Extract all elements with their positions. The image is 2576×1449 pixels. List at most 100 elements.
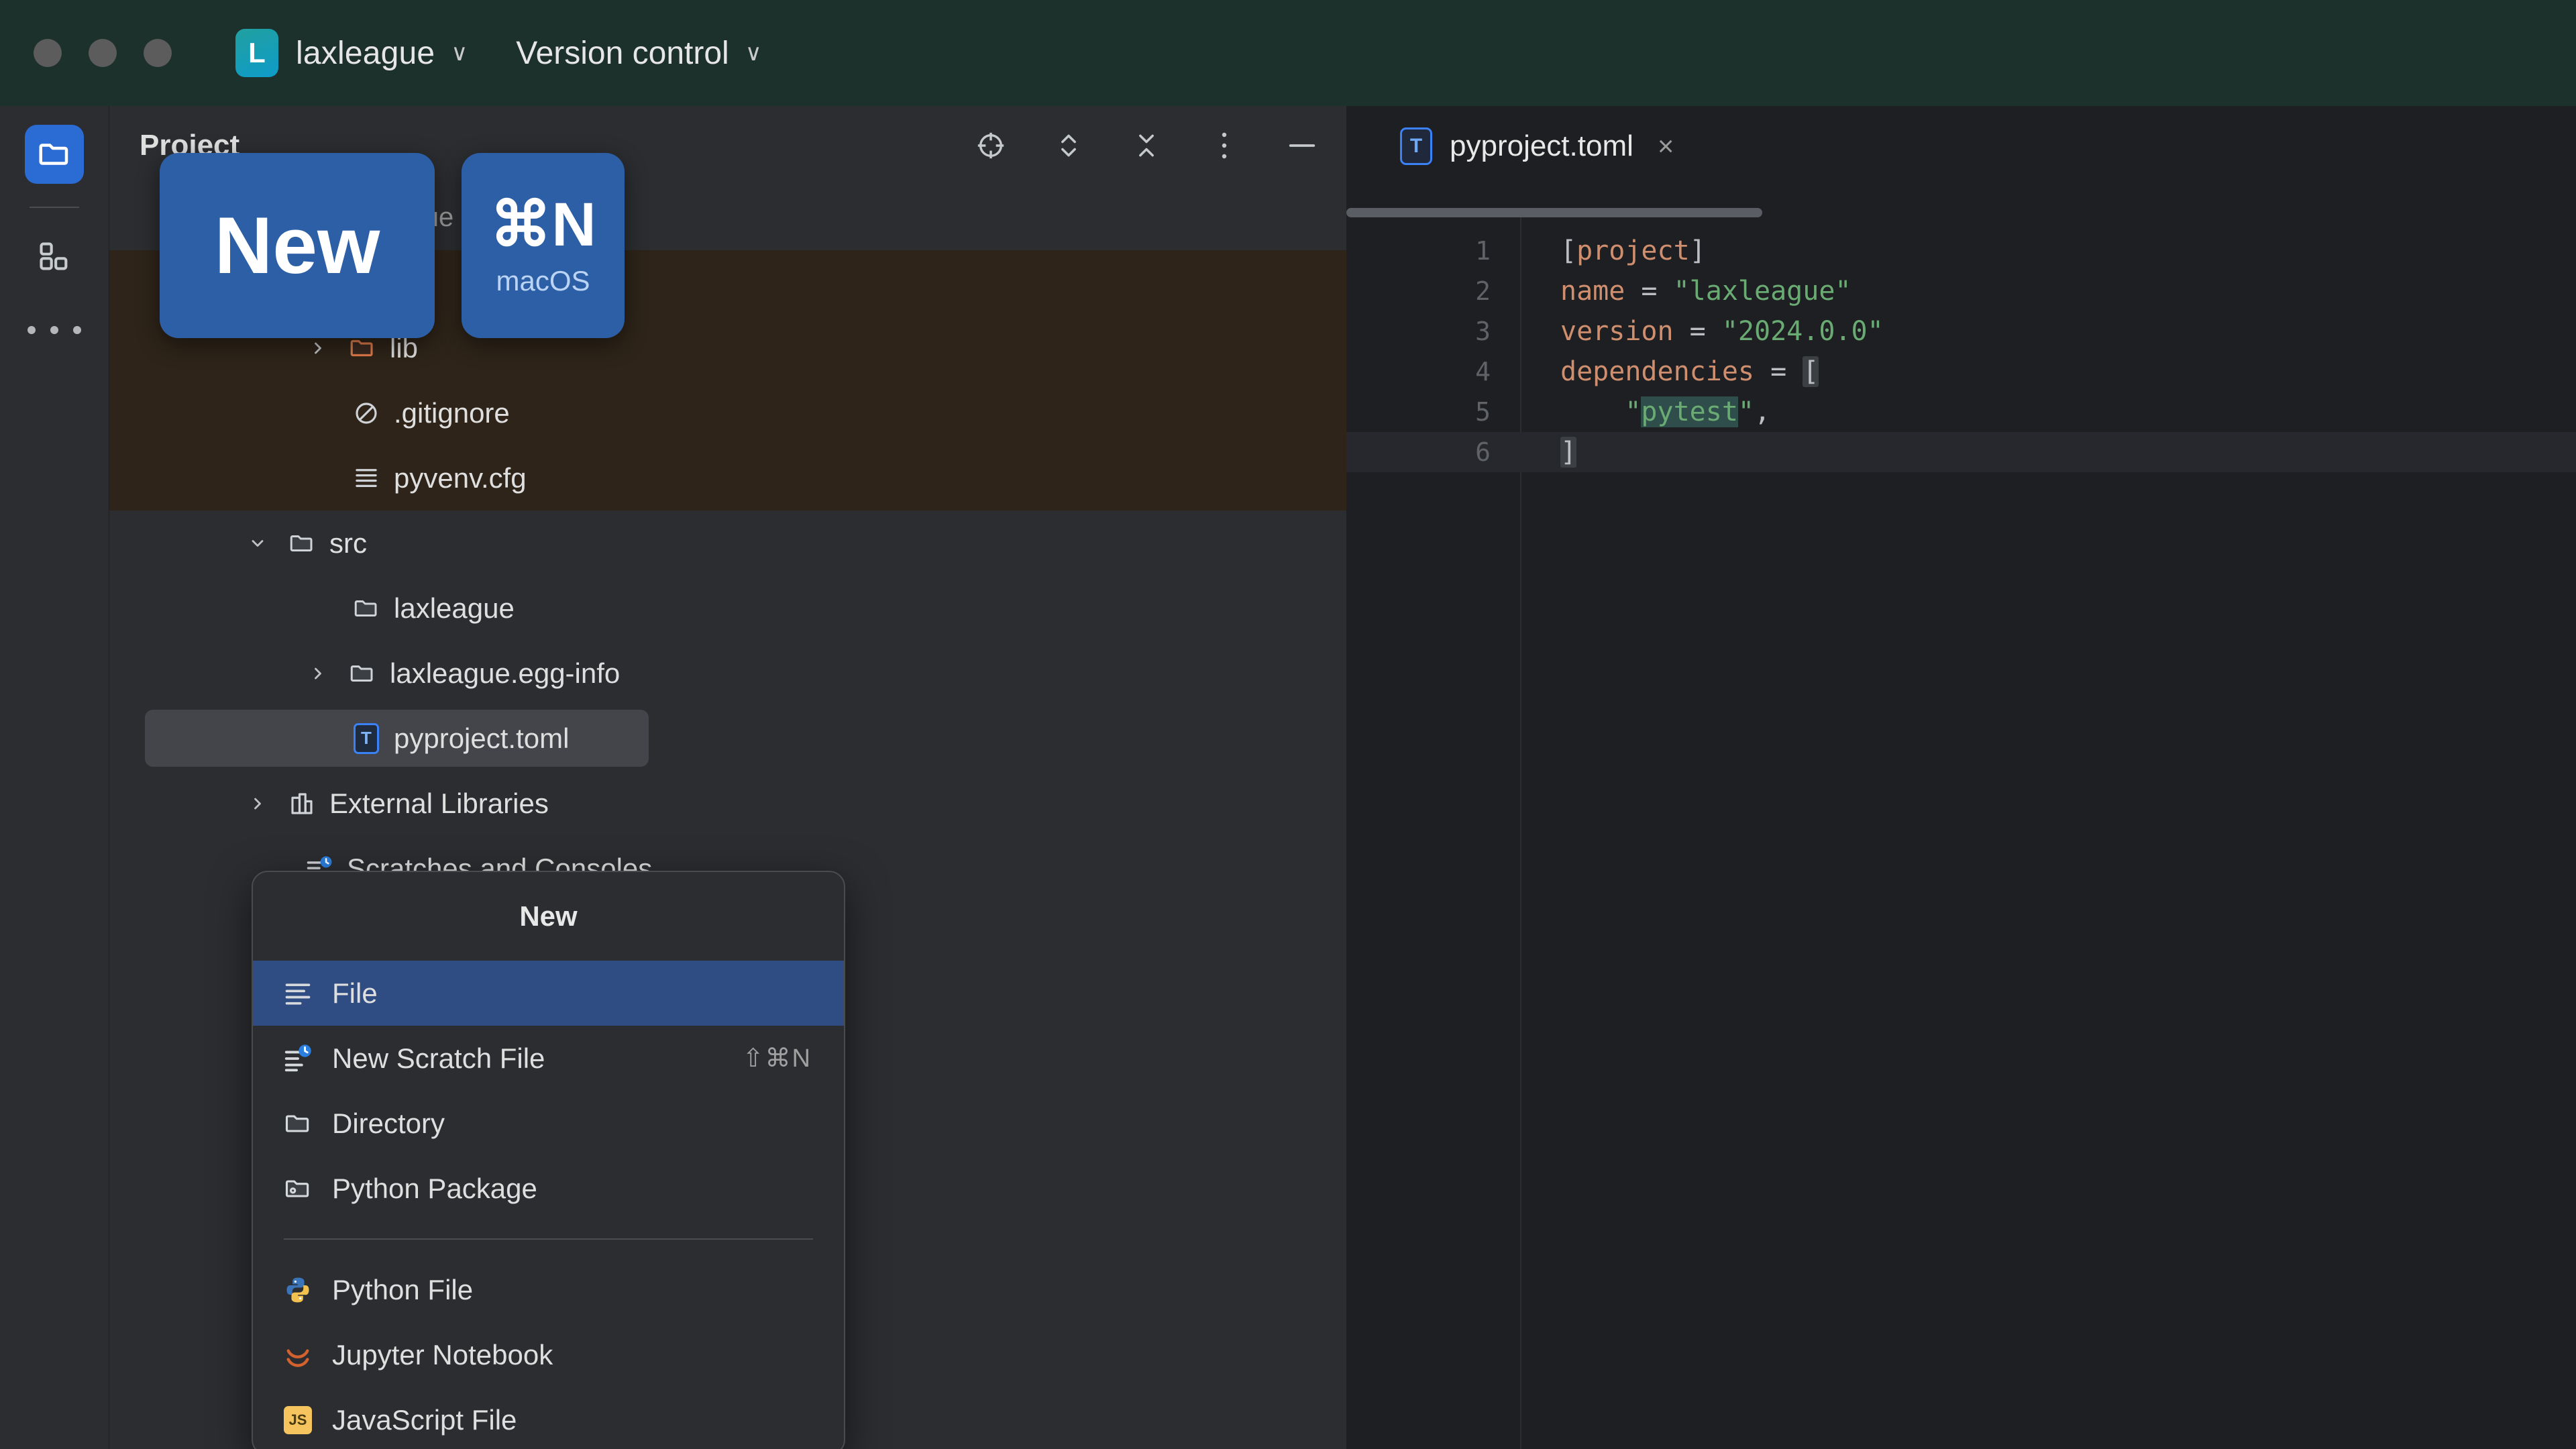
line-source: name = "laxleague"	[1560, 276, 1851, 307]
tree-row-pyvenv-cfg[interactable]: pyvenv.cfg	[109, 445, 1346, 511]
shortcut-badge-overlay: ⌘N macOS	[462, 153, 625, 338]
menu-item-label: Jupyter Notebook	[332, 1338, 553, 1371]
text-file-icon	[351, 463, 382, 494]
tree-row-label: pyvenv.cfg	[394, 462, 527, 494]
javascript-file-icon: JS	[278, 1401, 317, 1440]
chevron-right-icon[interactable]	[244, 790, 272, 818]
line-number: 1	[1475, 236, 1491, 266]
project-panel-toolbar	[973, 106, 1320, 185]
tree-row-gitignore[interactable]: .gitignore	[109, 380, 1346, 445]
menu-item-jupyter-notebook[interactable]: Jupyter Notebook	[253, 1322, 844, 1387]
python-file-icon	[278, 1271, 317, 1309]
tree-row-label: laxleague.egg-info	[390, 657, 621, 689]
tree-row-label: External Libraries	[329, 787, 549, 819]
version-control-label: Version control	[516, 35, 729, 71]
bar-chart-icon	[286, 788, 317, 819]
line-source: version = "2024.0.0"	[1560, 316, 1884, 347]
editor-area: T pyproject.toml × 1 [project] 2 name = …	[1346, 106, 2576, 1449]
tab-label: pyproject.toml	[1450, 129, 1633, 162]
code-line: 3 version = "2024.0.0"	[1346, 311, 2576, 352]
toml-file-icon: T	[351, 722, 382, 754]
expand-chevrons-icon[interactable]	[1051, 128, 1086, 163]
menu-item-label: Python Package	[332, 1172, 537, 1204]
code-content[interactable]: 1 [project] 2 name = "laxleague" 3 versi…	[1346, 231, 2576, 472]
more-tool-windows-button[interactable]	[28, 326, 81, 334]
file-lines-icon	[278, 974, 317, 1013]
code-line: 1 [project]	[1346, 231, 2576, 271]
line-number: 3	[1475, 317, 1491, 346]
new-context-menu: New File New Scratch File ⇧⌘N Directory …	[252, 871, 845, 1449]
editor-tab-bar: T pyproject.toml ×	[1346, 106, 2576, 186]
chevron-down-icon: ∨	[451, 40, 468, 66]
project-logo: L	[235, 29, 278, 77]
ignored-file-icon	[351, 398, 382, 429]
menu-item-python-package[interactable]: Python Package	[253, 1156, 844, 1221]
folder-icon	[39, 144, 68, 165]
grid-blocks-icon	[40, 242, 68, 270]
jupyter-icon	[278, 1336, 317, 1375]
line-number: 5	[1475, 397, 1491, 427]
menu-item-directory[interactable]: Directory	[253, 1091, 844, 1156]
project-selector[interactable]: L laxleague ∨	[235, 29, 468, 77]
vertical-dots-icon[interactable]	[1207, 128, 1242, 163]
toml-file-icon: T	[1400, 127, 1432, 165]
title-bar: L laxleague ∨ Version control ∨	[0, 0, 2576, 106]
line-source: [project]	[1560, 235, 1706, 266]
collapse-chevrons-icon[interactable]	[1129, 128, 1164, 163]
menu-item-label: New Scratch File	[332, 1042, 545, 1074]
context-menu-title: New	[519, 900, 578, 932]
window-controls[interactable]	[34, 39, 172, 67]
tree-row-laxleague-egg-info[interactable]: laxleague.egg-info	[109, 641, 1346, 706]
tree-row-src[interactable]: src	[109, 511, 1346, 576]
tree-row-external-libraries[interactable]: External Libraries	[109, 771, 1346, 836]
tree-row-label: src	[329, 527, 367, 559]
tree-row-label: pyproject.toml	[394, 722, 570, 754]
python-package-icon	[278, 1169, 317, 1208]
crosshair-icon[interactable]	[973, 128, 1008, 163]
menu-item-label: Directory	[332, 1107, 445, 1139]
tree-row-label: .gitignore	[394, 396, 510, 429]
minimize-window-button[interactable]	[89, 39, 117, 67]
chevron-down-icon[interactable]	[244, 529, 272, 557]
shortcut-badge-label: ⌘N	[490, 191, 596, 259]
version-control-widget[interactable]: Version control ∨	[516, 35, 761, 72]
line-source: "pytest",	[1560, 396, 1771, 427]
folder-icon	[347, 658, 378, 689]
chevron-right-icon[interactable]	[304, 659, 332, 688]
tree-row-pyproject-toml[interactable]: T pyproject.toml	[109, 706, 1346, 771]
scratch-file-icon	[278, 1039, 317, 1078]
line-number: 2	[1475, 276, 1491, 306]
menu-item-new-scratch-file[interactable]: New Scratch File ⇧⌘N	[253, 1026, 844, 1091]
minimize-dash-icon[interactable]	[1285, 128, 1320, 163]
menu-item-file[interactable]: File	[253, 961, 844, 1026]
code-line: 4 dependencies = [	[1346, 352, 2576, 392]
line-source: dependencies = [	[1560, 356, 1819, 387]
menu-item-javascript-file[interactable]: JS JavaScript File	[253, 1387, 844, 1449]
project-name-label: laxleague	[296, 35, 435, 71]
menu-item-label: File	[332, 977, 378, 1009]
new-badge-label: New	[214, 201, 380, 290]
close-icon[interactable]: ×	[1658, 130, 1674, 162]
folder-icon	[286, 528, 317, 559]
ellipsis-icon	[73, 326, 81, 334]
menu-item-label: Python File	[332, 1273, 474, 1305]
tab-pyproject-toml[interactable]: T pyproject.toml ×	[1400, 127, 1674, 165]
folder-icon	[278, 1104, 317, 1143]
code-line-current: 6 ]	[1346, 432, 2576, 472]
tree-row-laxleague[interactable]: laxleague	[109, 576, 1346, 641]
close-window-button[interactable]	[34, 39, 62, 67]
editor-horizontal-scrollbar[interactable]	[1346, 208, 1762, 217]
ide-window: L laxleague ∨ Version control ∨ Project …	[0, 0, 2576, 1449]
code-line: 2 name = "laxleague"	[1346, 271, 2576, 311]
shortcut-badge-platform: macOS	[496, 265, 590, 297]
chevron-down-icon: ∨	[745, 40, 762, 66]
menu-item-python-file[interactable]: Python File	[253, 1257, 844, 1322]
line-number: 4	[1475, 357, 1491, 386]
ellipsis-icon	[50, 326, 58, 334]
menu-separator	[284, 1238, 813, 1240]
maximize-window-button[interactable]	[144, 39, 172, 67]
code-line: 5 "pytest",	[1346, 392, 2576, 432]
sidebar-item-structure[interactable]	[25, 227, 84, 286]
sidebar-item-project[interactable]	[25, 125, 84, 184]
menu-item-label: JavaScript File	[332, 1403, 517, 1436]
